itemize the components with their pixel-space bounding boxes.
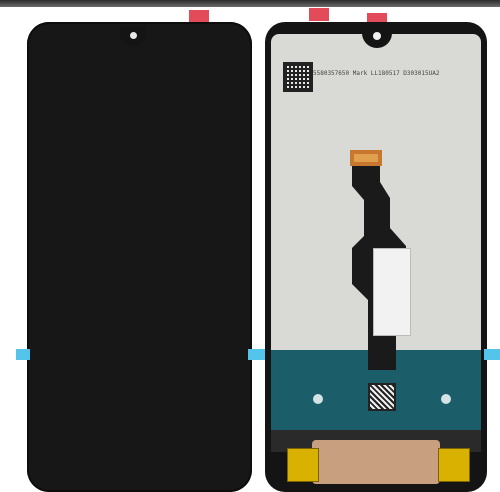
front-camera-hole: [130, 32, 137, 39]
top-dark-strip: [0, 0, 500, 7]
mounting-hole-left: [313, 394, 323, 404]
product-photo: 5580357650 Mark LL180517 D303015UA2: [0, 0, 500, 492]
red-protective-tab-back: [309, 8, 329, 21]
back-camera-hole: [373, 32, 381, 40]
serial-text: 5580357650 Mark LL180517 D303015UA2: [313, 70, 440, 77]
cyan-film-tab-right: [484, 349, 500, 360]
small-qr-code: [368, 383, 396, 411]
yellow-connector-left: [287, 448, 319, 482]
mounting-hole-right: [441, 394, 451, 404]
yellow-connector-right: [438, 448, 470, 482]
bottom-copper-strip: [312, 440, 440, 484]
front-screen-panel: [27, 22, 252, 492]
cyan-film-tab-left: [16, 349, 30, 360]
flex-sticker: [373, 248, 411, 336]
qr-code-label: [283, 62, 313, 92]
